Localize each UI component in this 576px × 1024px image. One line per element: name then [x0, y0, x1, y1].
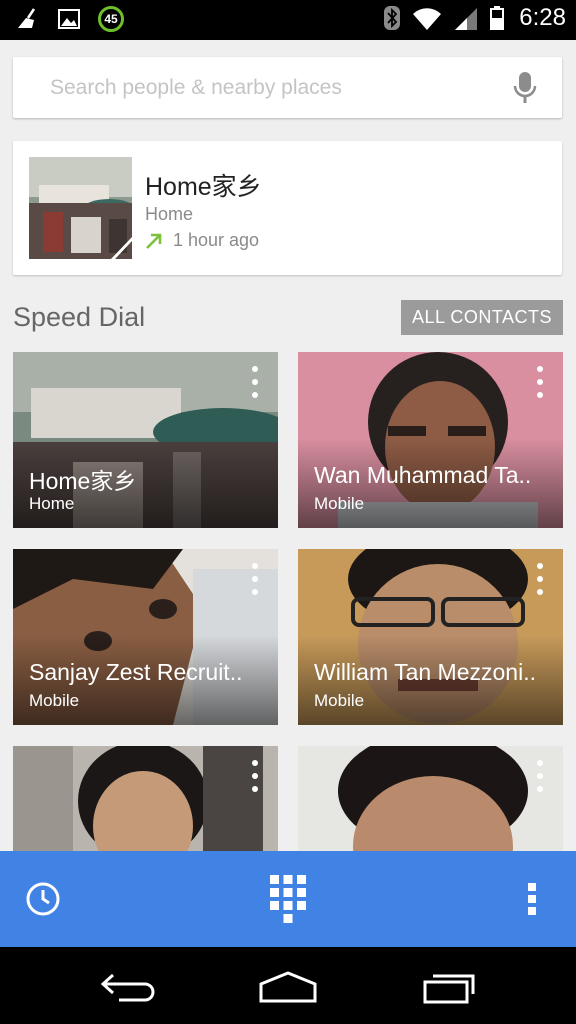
overflow-menu-icon[interactable]: [535, 563, 545, 595]
speed-dial-tile[interactable]: Wan Muhammad Ta.. Mobile: [298, 352, 563, 528]
speed-dial-tile[interactable]: Sanjay Zest Recruit.. Mobile: [13, 549, 278, 725]
speed-dial-type: Mobile: [29, 691, 80, 710]
recent-call-time-text: 1 hour ago: [173, 230, 260, 250]
speed-dial-name: Sanjay Zest Recruit..: [29, 659, 243, 685]
speed-dial-name: Wan Muhammad Ta..: [314, 462, 532, 488]
dialpad-button[interactable]: [263, 851, 313, 947]
bluetooth-icon: [384, 6, 401, 30]
speed-dial-type: Mobile: [314, 494, 365, 513]
overflow-menu-icon[interactable]: [535, 760, 545, 792]
speed-dial-tile[interactable]: [13, 746, 278, 851]
signal-icon: [455, 8, 478, 30]
system-nav-bar: [0, 947, 576, 1024]
recent-call-name: Home家乡: [145, 173, 262, 201]
status-bar: 45 6:28: [0, 0, 576, 40]
back-button[interactable]: [96, 967, 160, 1007]
overflow-menu-icon[interactable]: [535, 366, 545, 398]
home-icon: [259, 971, 317, 1003]
contact-photo: [298, 746, 563, 851]
recent-apps-icon: [423, 974, 475, 1004]
call-history-icon: [26, 882, 60, 916]
call-history-button[interactable]: [18, 851, 68, 947]
recent-call-time: 1 hour ago: [145, 230, 259, 251]
cleaner-icon: [18, 8, 36, 28]
wifi-icon: [413, 8, 442, 31]
clock: 6:28: [519, 4, 566, 31]
all-contacts-button[interactable]: ALL CONTACTS: [401, 300, 563, 335]
contact-photo: [13, 746, 278, 851]
overflow-menu-icon[interactable]: [250, 366, 260, 398]
recent-call-card[interactable]: Home家乡 Home 1 hour ago: [13, 141, 562, 275]
home-button[interactable]: [256, 967, 320, 1007]
overflow-menu-icon: [528, 883, 536, 915]
search-input[interactable]: [13, 57, 493, 118]
battery-icon: [490, 6, 505, 30]
speed-dial-tile[interactable]: Home家乡 Home: [13, 352, 278, 528]
notification-badge-icon: 45: [98, 6, 124, 32]
speed-dial-tile[interactable]: William Tan Mezzoni.. Mobile: [298, 549, 563, 725]
speed-dial-type: Home: [29, 494, 75, 513]
bottom-action-bar: [0, 851, 576, 947]
recent-apps-button[interactable]: [418, 967, 482, 1007]
image-icon: [58, 9, 80, 29]
outgoing-call-icon: [146, 233, 162, 249]
overflow-menu-button[interactable]: [512, 851, 552, 947]
back-icon: [100, 973, 155, 1002]
speed-dial-name: Home家乡: [29, 468, 137, 494]
recent-call-type: Home: [145, 204, 194, 224]
speed-dial-title: Speed Dial: [13, 302, 146, 332]
speed-dial-tile[interactable]: [298, 746, 563, 851]
search-bar[interactable]: [13, 57, 562, 118]
overflow-menu-icon[interactable]: [250, 563, 260, 595]
recent-call-photo[interactable]: [29, 157, 132, 259]
mic-icon[interactable]: [512, 71, 538, 105]
speed-dial-type: Mobile: [314, 691, 365, 710]
dialpad-icon: [270, 875, 306, 923]
overflow-menu-icon[interactable]: [250, 760, 260, 792]
speed-dial-name: William Tan Mezzoni..: [314, 659, 536, 685]
